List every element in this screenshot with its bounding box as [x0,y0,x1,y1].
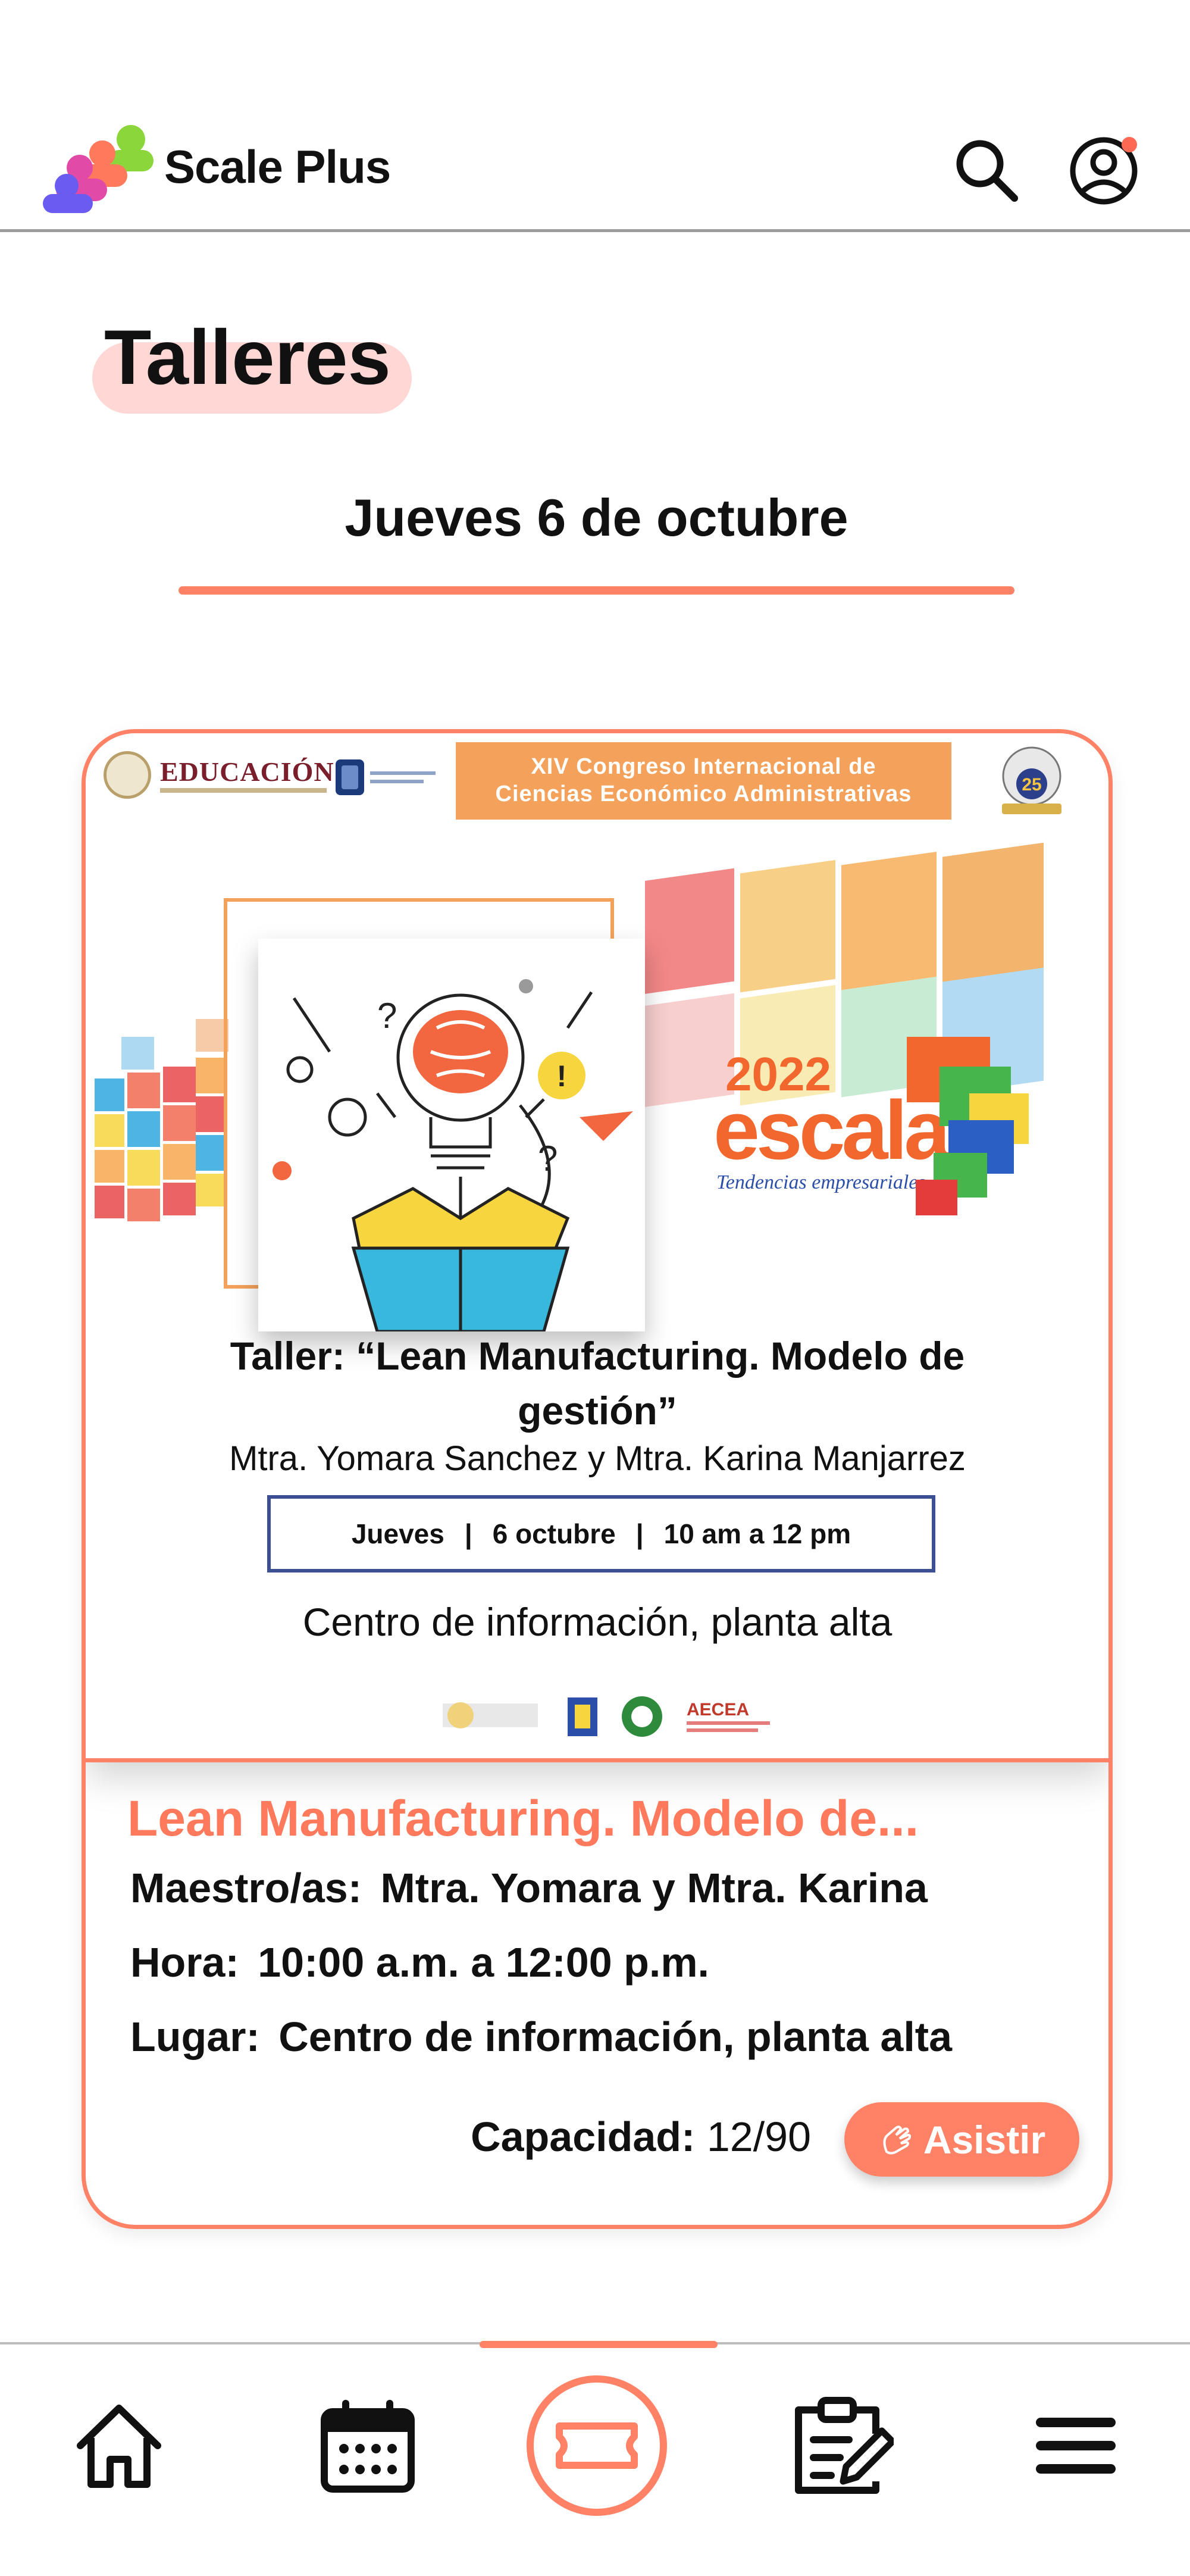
place-row: Lugar: Centro de información, planta alt… [130,2013,952,2061]
brand[interactable]: Scale Plus [43,119,391,214]
sponsor-logos: AECEA [443,1696,770,1737]
lightbulb-idea-illustration: ! ? ? [258,939,645,1331]
anniversary-logo-icon: 25 [1002,746,1061,814]
workshop-poster: EDUCACIÓN XIV Congreso Internacional de … [86,733,1108,1758]
attend-button[interactable]: Asistir [844,2102,1079,2177]
search-icon[interactable] [950,134,1022,205]
svg-text:Tendencias empresariales: Tendencias empresariales [716,1171,926,1193]
tecnm-logo-icon [336,759,436,795]
card-divider [86,1758,1108,1762]
nav-home[interactable] [60,2386,178,2505]
tab-day[interactable]: Jueves 6 de octubre [178,482,1014,554]
poster-venue: Centro de información, planta alta [302,1600,892,1644]
schedule-divider: | [635,1518,644,1549]
schedule-divider: | [464,1518,472,1549]
poster-schedule: Jueves | 6 octubre | 10 am a 12 pm [267,1495,935,1573]
government-seal-icon [104,751,151,799]
ticket-icon [527,2375,667,2516]
nav-active-indicator [480,2341,718,2348]
calendar-icon [321,2400,415,2493]
place-label: Lugar: [130,2014,260,2060]
home-icon [77,2405,161,2488]
menu-icon [1036,2418,1116,2474]
hand-icon [883,2125,911,2155]
education-label: EDUCACIÓN [160,756,334,787]
nav-calendar[interactable] [308,2386,427,2505]
teachers-value: Mtra. Yomara y Mtra. Karina [380,1865,928,1911]
escala-logo-icon: 2022 escala Tendencias empresariales [713,1037,1029,1215]
nav-surveys[interactable] [781,2386,900,2505]
schedule-date: 6 octubre [492,1518,616,1549]
time-row: Hora: 10:00 a.m. a 12:00 p.m. [130,1939,709,1986]
bottom-navigation [0,2341,1190,2576]
svg-text:!: ! [557,1059,567,1093]
place-value: Centro de información, planta alta [278,2014,953,2060]
capacity-value: 12/90 [706,2114,811,2160]
congress-line-2: Ciencias Económico Administrativas [495,781,912,806]
app-name: Scale Plus [164,140,391,193]
attend-button-label: Asistir [923,2117,1046,2162]
svg-text:?: ? [377,996,397,1036]
nav-menu[interactable] [1016,2386,1135,2505]
education-sub-bar [160,788,327,793]
app-header: Scale Plus [0,0,1190,232]
time-label: Hora: [130,1939,239,1986]
congress-line-1: XIV Congreso Internacional de [531,754,876,779]
workshop-title: Lean Manufacturing. Modelo de... [127,1790,919,1846]
poster-speakers: Mtra. Yomara Sanchez y Mtra. Karina Manj… [229,1439,966,1478]
page-title: Talleres [104,314,391,401]
capacity-label: Capacidad: [471,2114,696,2160]
time-value: 10:00 a.m. a 12:00 p.m. [258,1939,710,1986]
notification-dot [1122,137,1137,152]
capacity: Capacidad: 12/90 [471,2113,811,2161]
workshop-card[interactable]: EDUCACIÓN XIV Congreso Internacional de … [82,729,1113,2229]
teachers-label: Maestro/as: [130,1865,362,1911]
nav-tickets[interactable] [522,2371,671,2520]
clipboard-edit-icon [795,2397,894,2494]
teachers-row: Maestro/as: Mtra. Yomara y Mtra. Karina [130,1864,928,1912]
svg-text:?: ? [538,1139,558,1178]
user-circle-icon[interactable] [1068,134,1139,205]
svg-text:25: 25 [1022,775,1041,795]
scale-plus-logo [43,125,154,213]
tab-day-underline [178,586,1014,595]
schedule-day: Jueves [351,1518,444,1549]
congress-banner: XIV Congreso Internacional de Ciencias E… [456,742,951,820]
schedule-time: 10 am a 12 pm [663,1518,851,1549]
page-title-wrap: Talleres [92,310,412,414]
svg-text:AECEA: AECEA [687,1700,749,1720]
poster-title: Taller: “Lean Manufacturing. Modelo de g… [230,1334,965,1433]
